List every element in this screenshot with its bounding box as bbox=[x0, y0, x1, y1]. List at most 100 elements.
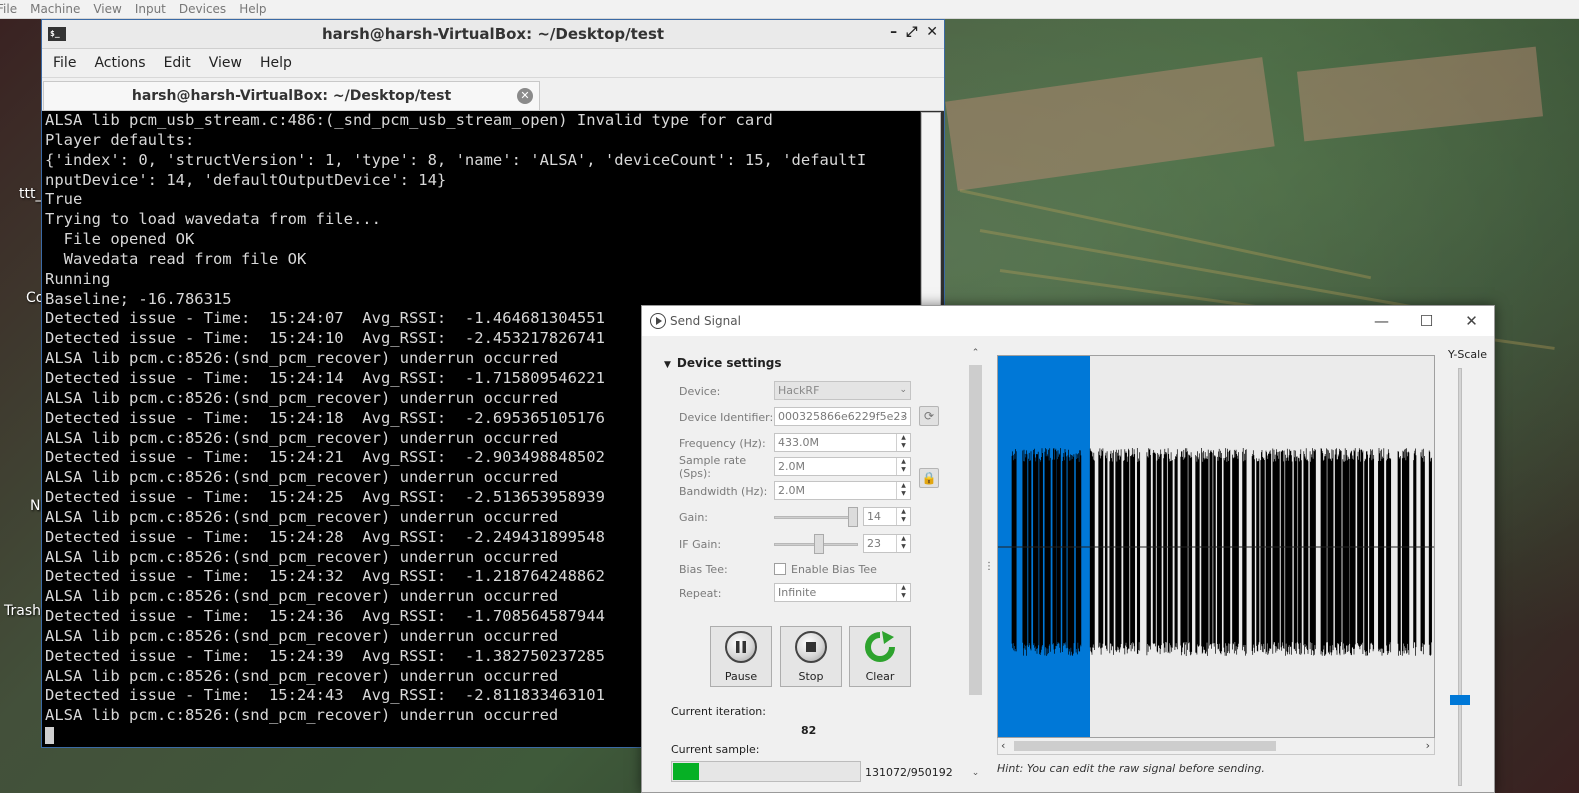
terminal-tab[interactable]: harsh@harsh-VirtualBox: ~/Desktop/test ✕ bbox=[43, 81, 540, 110]
lock-button[interactable]: 🔒 bbox=[919, 468, 939, 488]
bandwidth-spinbox[interactable]: 2.0M ▲ ▼ bbox=[774, 481, 911, 500]
vbox-menu-input[interactable]: Input bbox=[135, 2, 166, 16]
minimize-icon[interactable]: – bbox=[890, 24, 897, 40]
bias-tee-checkbox[interactable] bbox=[774, 563, 786, 575]
terminal-line: Running bbox=[45, 269, 111, 288]
frequency-spinbox[interactable]: 433.0M ▲ ▼ bbox=[774, 433, 911, 452]
terminal-menu-file[interactable]: File bbox=[53, 55, 76, 71]
spin-arrows-icon[interactable]: ▲ ▼ bbox=[896, 584, 910, 601]
pause-button[interactable]: Pause bbox=[710, 626, 772, 687]
bandwidth-label: Bandwidth (Hz): bbox=[679, 484, 768, 498]
terminal-menu-view[interactable]: View bbox=[209, 55, 242, 71]
signal-waveform[interactable] bbox=[998, 356, 1435, 738]
frequency-value: 433.0M bbox=[778, 436, 819, 449]
gain-spinbox[interactable]: 14 ▲ ▼ bbox=[863, 507, 911, 526]
maximize-icon[interactable]: ☐ bbox=[1404, 306, 1449, 336]
chevron-right-icon[interactable]: › bbox=[1426, 738, 1430, 754]
maximize-icon[interactable]: ⤢ bbox=[906, 24, 917, 40]
desktop-icon-label-n[interactable]: N bbox=[30, 498, 40, 514]
bandwidth-value: 2.0M bbox=[778, 484, 805, 497]
splitter-handle-icon[interactable]: ⋮ bbox=[984, 561, 994, 572]
virtualbox-menubar: File Machine View Input Devices Help bbox=[0, 0, 1579, 19]
send-signal-titlebar[interactable]: Send Signal — ☐ ✕ bbox=[642, 306, 1494, 336]
tab-close-icon[interactable]: ✕ bbox=[517, 88, 533, 104]
terminal-cursor bbox=[45, 727, 54, 745]
close-icon[interactable]: ✕ bbox=[926, 24, 938, 40]
terminal-menu-edit[interactable]: Edit bbox=[164, 55, 191, 71]
pcb-component bbox=[1296, 46, 1544, 142]
current-iteration-value: 82 bbox=[801, 724, 817, 737]
signal-view[interactable] bbox=[997, 355, 1435, 738]
terminal-icon: $_ bbox=[48, 27, 66, 41]
terminal-menu-help[interactable]: Help bbox=[260, 55, 292, 71]
terminal-menu-actions[interactable]: Actions bbox=[94, 55, 145, 71]
bias-tee-label: Bias Tee: bbox=[679, 562, 728, 576]
device-settings-title: Device settings bbox=[676, 356, 782, 370]
stop-button-label: Stop bbox=[798, 670, 824, 683]
device-identifier-combobox[interactable]: 000325866e6229f5e23 ⌄ bbox=[774, 407, 911, 426]
terminal-title: harsh@harsh-VirtualBox: ~/Desktop/test bbox=[321, 25, 665, 43]
spin-arrows-icon[interactable]: ▲ ▼ bbox=[896, 508, 910, 525]
yscale-slider-handle[interactable] bbox=[1450, 695, 1470, 705]
spin-arrows-icon[interactable]: ▲ ▼ bbox=[896, 535, 910, 552]
terminal-line: File opened OK bbox=[45, 230, 195, 249]
device-label: Device: bbox=[679, 384, 721, 398]
vbox-menu-file[interactable]: File bbox=[0, 2, 17, 16]
stop-button[interactable]: Stop bbox=[780, 626, 842, 687]
yscale-label: Y-Scale bbox=[1448, 348, 1487, 361]
spin-arrows-icon[interactable]: ▲ ▼ bbox=[896, 482, 910, 499]
sample-rate-label: Sample rate (Sps): bbox=[679, 454, 747, 480]
device-settings-header[interactable]: ▼ Device settings bbox=[664, 356, 782, 370]
settings-scrollbar-thumb[interactable] bbox=[969, 365, 982, 695]
chevron-left-icon[interactable]: ‹ bbox=[1001, 738, 1005, 754]
refresh-icon: ⟳ bbox=[923, 409, 935, 423]
repeat-spinbox[interactable]: Infinite ▲ ▼ bbox=[774, 583, 911, 602]
pause-button-label: Pause bbox=[724, 670, 758, 683]
current-sample-progress bbox=[671, 761, 861, 782]
device-identifier-value: 000325866e6229f5e23 bbox=[778, 410, 908, 423]
terminal-line: {'index': 0, 'structVersion': 1, 'type':… bbox=[45, 150, 867, 169]
yscale-slider[interactable] bbox=[1458, 368, 1462, 786]
chevron-down-icon: ⌄ bbox=[899, 411, 907, 421]
current-sample-progress-fill bbox=[673, 763, 699, 780]
pause-icon bbox=[725, 631, 757, 663]
gain-slider[interactable] bbox=[774, 516, 858, 519]
gain-value: 14 bbox=[867, 510, 881, 523]
clear-button[interactable]: Clear bbox=[849, 626, 911, 687]
minimize-icon[interactable]: — bbox=[1359, 306, 1404, 336]
vbox-menu-machine[interactable]: Machine bbox=[30, 2, 80, 16]
vbox-menu-devices[interactable]: Devices bbox=[179, 2, 226, 16]
signal-view-hscrollbar-thumb[interactable] bbox=[1014, 741, 1276, 751]
terminal-menubar: File Actions Edit View Help bbox=[42, 49, 944, 78]
close-icon[interactable]: ✕ bbox=[1449, 306, 1494, 336]
settings-scrollbar[interactable]: ⌃ ⌄ bbox=[967, 348, 984, 788]
vbox-menu-view[interactable]: View bbox=[93, 2, 121, 16]
scroll-up-arrow-icon[interactable]: ⌃ bbox=[967, 348, 984, 358]
terminal-line: Trying to load wavedata from file... bbox=[45, 210, 381, 229]
device-combobox[interactable]: HackRF ⌄ bbox=[774, 381, 911, 400]
gain-slider-handle[interactable] bbox=[847, 507, 858, 527]
repeat-value: Infinite bbox=[778, 586, 817, 599]
if-gain-value: 23 bbox=[867, 537, 881, 550]
frequency-label: Frequency (Hz): bbox=[679, 436, 766, 450]
bias-tee-checkbox-label[interactable]: Enable Bias Tee bbox=[791, 563, 877, 576]
if-gain-slider-handle[interactable] bbox=[814, 534, 824, 554]
sample-rate-spinbox[interactable]: 2.0M ▲ ▼ bbox=[774, 457, 911, 476]
desktop-icon-label-trash[interactable]: Trash bbox=[4, 603, 41, 619]
if-gain-spinbox[interactable]: 23 ▲ ▼ bbox=[863, 534, 911, 553]
signal-view-hscrollbar[interactable]: ‹ › bbox=[997, 738, 1435, 755]
if-gain-label: IF Gain: bbox=[679, 537, 722, 551]
spin-arrows-icon[interactable]: ▲ ▼ bbox=[896, 458, 910, 475]
collapse-triangle-icon[interactable]: ▼ bbox=[664, 360, 671, 370]
pcb-component bbox=[945, 57, 1275, 191]
vbox-menu-help[interactable]: Help bbox=[239, 2, 266, 16]
desktop-icon-label-ttt[interactable]: ttt_ bbox=[19, 186, 42, 202]
spin-arrows-icon[interactable]: ▲ ▼ bbox=[896, 434, 910, 451]
refresh-device-button[interactable]: ⟳ bbox=[919, 406, 939, 426]
terminal-tab-label: harsh@harsh-VirtualBox: ~/Desktop/test bbox=[131, 88, 452, 104]
device-settings-panel: ▼ Device settings Device: HackRF ⌄ Device… bbox=[652, 348, 953, 788]
terminal-titlebar[interactable]: $_ harsh@harsh-VirtualBox: ~/Desktop/tes… bbox=[42, 20, 944, 49]
scroll-down-arrow-icon[interactable]: ⌄ bbox=[967, 768, 984, 778]
pcb-trace bbox=[959, 189, 1372, 280]
repeat-label: Repeat: bbox=[679, 586, 722, 600]
